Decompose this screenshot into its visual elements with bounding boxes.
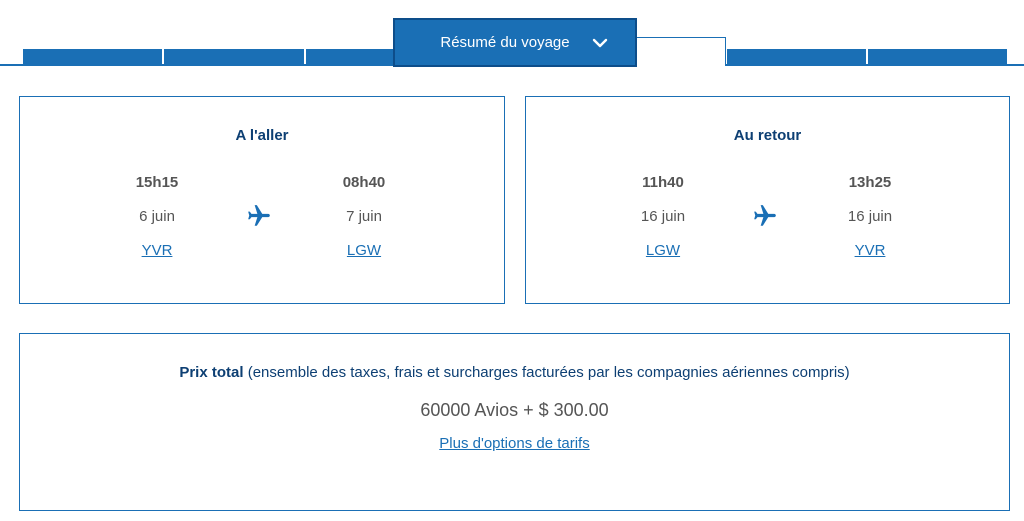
tab-segment-5[interactable] [727,49,866,65]
tab-segment-6[interactable] [868,49,1007,65]
outbound-title: A l'aller [235,127,289,144]
tab-segment-4[interactable] [636,37,726,66]
departure-airport-link[interactable]: YVR [97,242,217,259]
tab-segment-1[interactable] [23,49,162,65]
arrival-airport-link[interactable]: LGW [304,242,424,259]
departure-time: 11h40 [642,174,684,191]
departure-airport-link[interactable]: LGW [603,242,723,259]
arrival-time: 13h25 [848,174,892,191]
return-flight-card: Au retour 11h40 16 juin LGW 13h25 16 jui… [525,96,1010,304]
more-fare-options: Plus d'options de tarifs [20,435,1009,453]
outbound-arrival: 08h40 7 juin LGW [304,174,424,259]
price-amount: 60000 Avios + $ 300.00 [420,400,609,420]
outbound-flight-card: A l'aller 15h15 6 juin YVR 08h40 7 juin … [19,96,505,304]
arrival-date: 7 juin [346,208,382,225]
price-heading: Prix total (ensemble des taxes, frais et… [20,364,1009,381]
tab-segment-3[interactable] [306,49,396,65]
arrival-date: 16 juin [847,208,893,225]
tab-segment-2[interactable] [164,49,304,65]
departure-date: 6 juin [139,208,175,225]
arrival-time: 08h40 [342,174,386,191]
return-title: Au retour [733,127,802,144]
departure-time: 15h15 [135,174,179,191]
arrival-airport-link[interactable]: YVR [810,242,930,259]
trip-summary-tab-label: Résumé du voyage [440,34,570,51]
airplane-icon [752,203,778,229]
total-price-card: Prix total (ensemble des taxes, frais et… [19,333,1010,511]
price-label: Prix total [179,364,244,381]
trip-summary-tab[interactable]: Résumé du voyage [393,18,637,67]
outbound-departure: 15h15 6 juin YVR [97,174,217,259]
airplane-icon [246,203,272,229]
price-detail: (ensemble des taxes, frais et surcharges… [247,364,850,381]
more-fare-options-link[interactable]: Plus d'options de tarifs [439,435,589,452]
return-arrival: 13h25 16 juin YVR [810,174,930,259]
chevron-down-icon [592,35,608,51]
return-departure: 11h40 16 juin LGW [603,174,723,259]
departure-date: 16 juin [640,208,686,225]
